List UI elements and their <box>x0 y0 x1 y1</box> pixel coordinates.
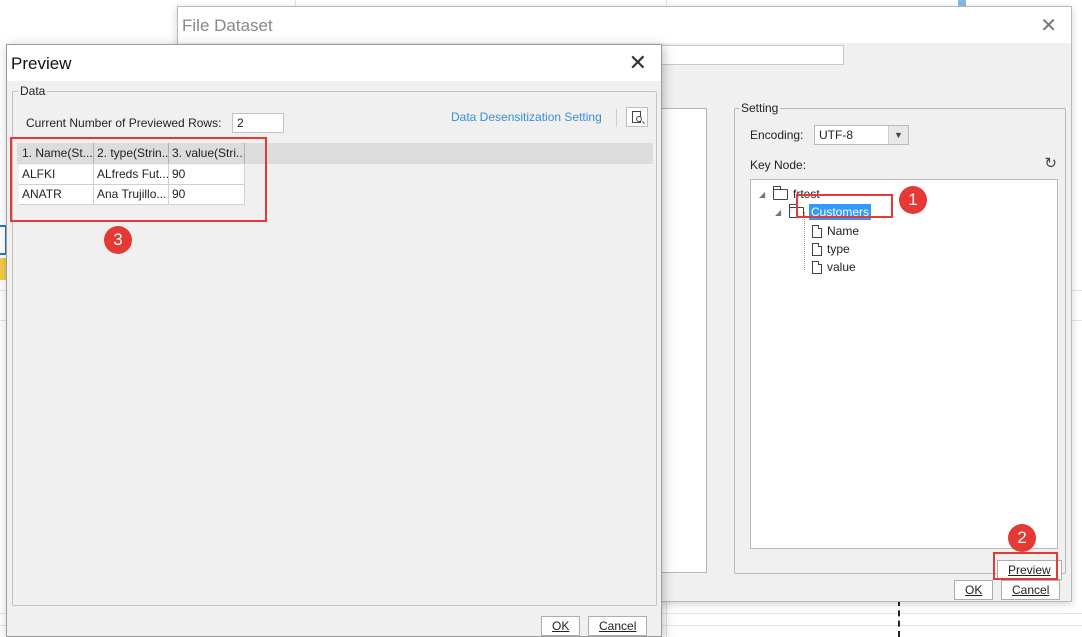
highlight-box-customers <box>796 194 893 218</box>
data-legend: Data <box>18 84 48 98</box>
step-badge-3: 3 <box>104 226 132 254</box>
file-dataset-titlebar: File Dataset ✕ <box>178 7 1071 43</box>
preview-titlebar: Preview ✕ <box>7 45 661 81</box>
encoding-value: UTF-8 <box>819 128 853 142</box>
dataset-name-input[interactable] <box>658 45 844 65</box>
tree-guide-line <box>804 212 805 270</box>
tree-collapse-icon[interactable]: ◢ <box>775 208 785 217</box>
setting-group: Setting Encoding: UTF-8 ▼ Key Node: ↻ ◢ … <box>734 101 1066 574</box>
tree-node-label: value <box>827 260 856 274</box>
key-node-label: Key Node: <box>750 158 807 172</box>
preview-title: Preview <box>11 54 72 73</box>
tree-collapse-icon[interactable]: ◢ <box>759 190 769 199</box>
close-icon[interactable]: ✕ <box>1040 13 1057 38</box>
close-icon[interactable]: ✕ <box>629 50 647 76</box>
preview-dialog: Preview ✕ Data Current Number of Preview… <box>6 44 662 637</box>
highlight-box-table <box>10 137 267 222</box>
tree-node-name[interactable]: Name <box>812 223 859 239</box>
preview-icon-button[interactable] <box>626 107 648 127</box>
highlight-box-preview <box>993 552 1058 580</box>
previewed-rows-input[interactable]: 2 <box>232 113 284 133</box>
encoding-select[interactable]: UTF-8 ▼ <box>814 125 909 145</box>
step-badge-2: 2 <box>1008 524 1036 552</box>
ok-button[interactable]: OK <box>541 616 581 636</box>
setting-legend: Setting <box>739 101 781 115</box>
cancel-button[interactable]: Cancel <box>588 616 648 636</box>
refresh-icon[interactable]: ↻ <box>1044 154 1057 172</box>
ok-button[interactable]: OK <box>954 580 994 600</box>
data-desensitization-link[interactable]: Data Desensitization Setting <box>451 110 602 124</box>
previewed-rows-value: 2 <box>237 116 244 130</box>
tree-node-label: Name <box>827 224 860 238</box>
step-badge-1: 1 <box>899 186 927 214</box>
tree-node-label: type <box>827 242 850 256</box>
file-icon <box>812 242 822 256</box>
folder-open-icon <box>773 185 788 200</box>
file-list-panel <box>658 108 707 573</box>
previewed-rows-label: Current Number of Previewed Rows: <box>26 116 222 130</box>
file-icon <box>812 224 822 238</box>
tree-node-value[interactable]: value <box>812 259 856 275</box>
encoding-label: Encoding: <box>750 128 804 142</box>
file-dataset-title: File Dataset <box>182 16 273 35</box>
chevron-down-icon[interactable]: ▼ <box>888 126 908 144</box>
magnifier-icon <box>636 116 642 122</box>
page-break-line <box>898 600 900 637</box>
toolbar-separator <box>616 109 617 127</box>
cancel-button[interactable]: Cancel <box>1001 580 1061 600</box>
tree-node-type[interactable]: type <box>812 241 850 257</box>
key-node-tree: ◢ frtest ◢ Customers Name type value <box>750 179 1058 549</box>
file-icon <box>812 260 822 274</box>
